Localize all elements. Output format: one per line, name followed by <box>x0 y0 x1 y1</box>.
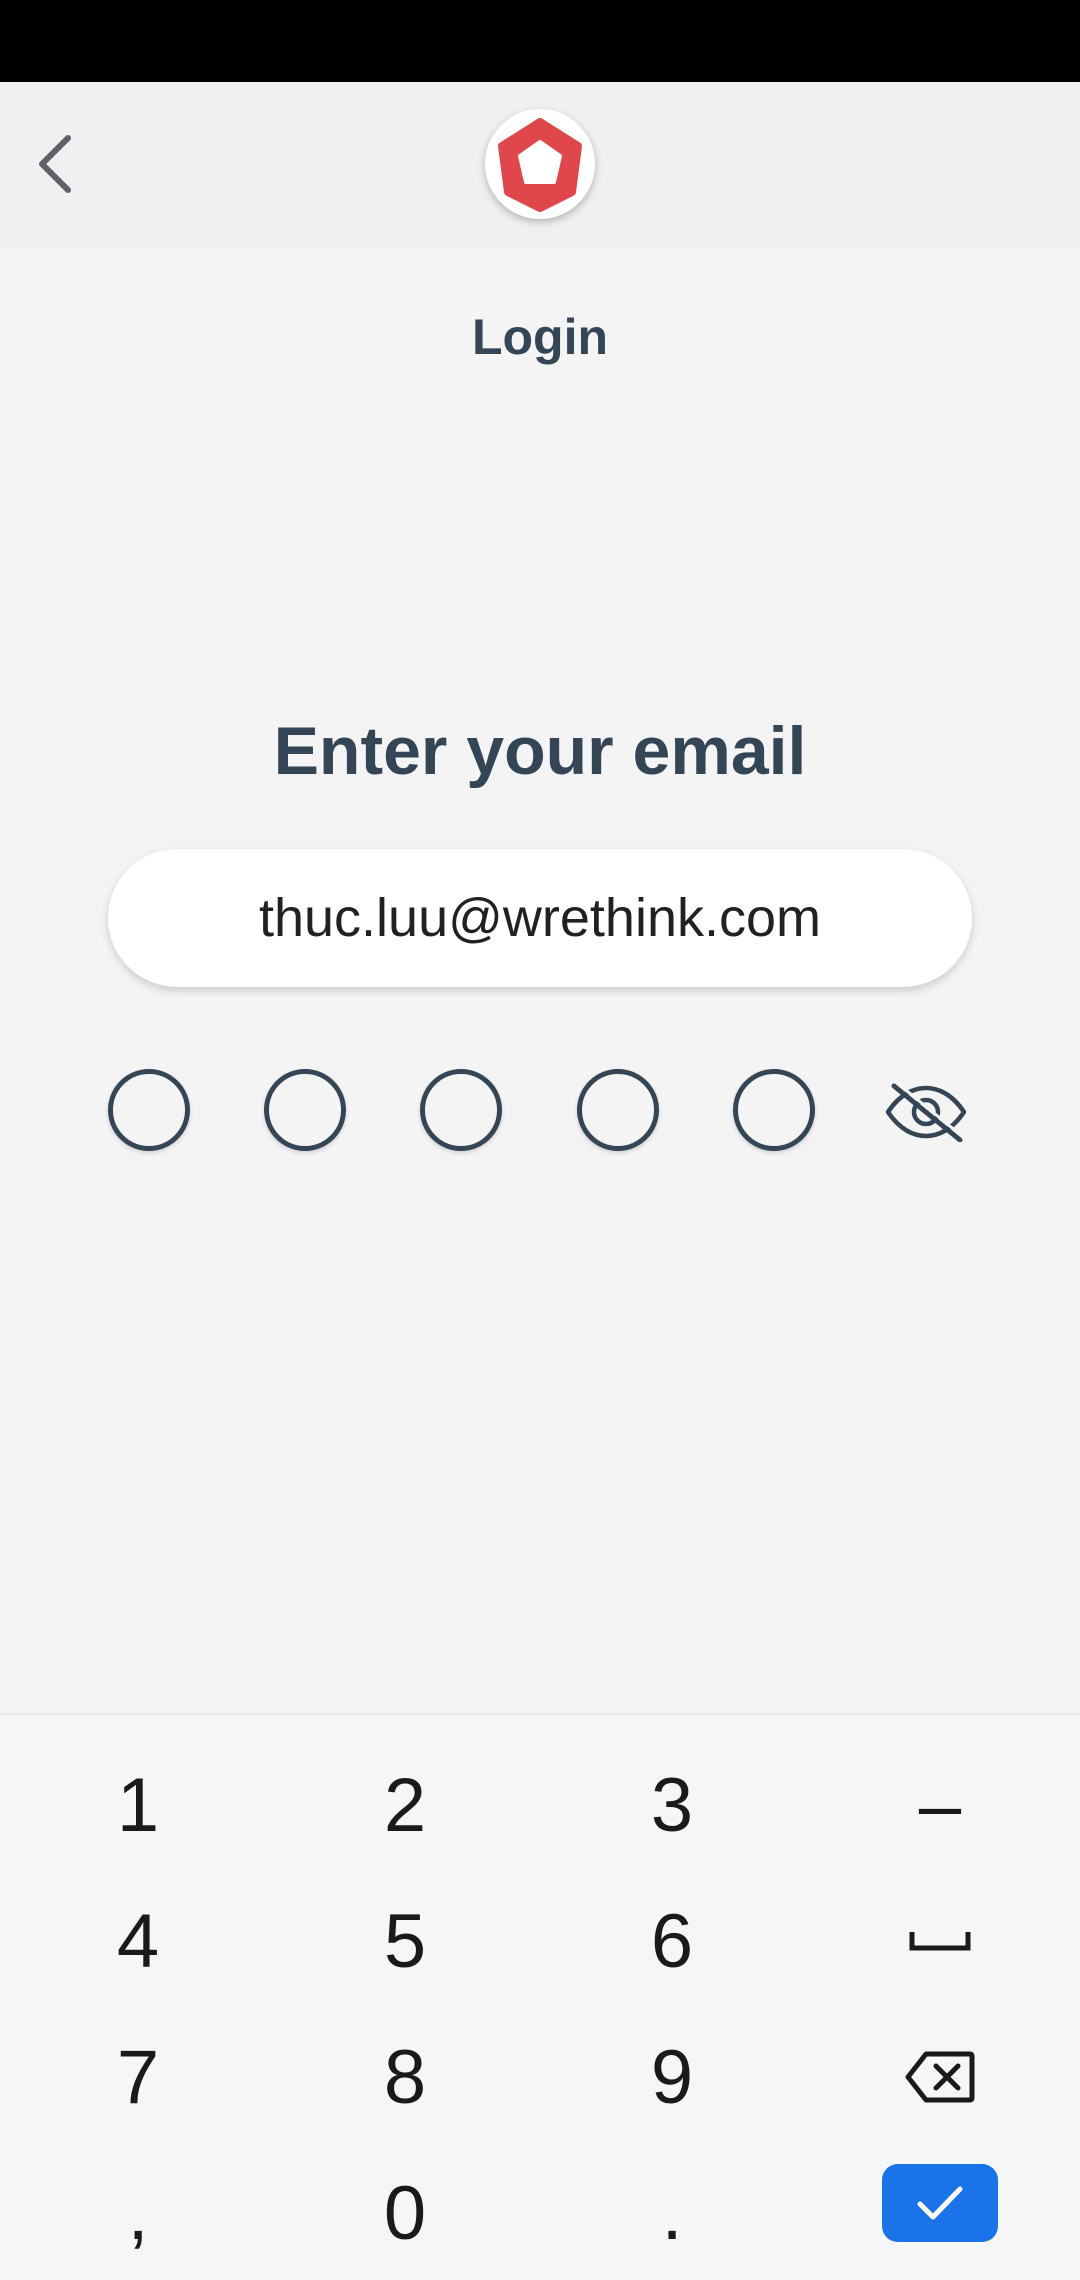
email-field[interactable]: thuc.luu@wrethink.com <box>108 849 972 987</box>
key-2[interactable]: 2 <box>270 1737 540 1873</box>
key-7[interactable]: 7 <box>3 2009 273 2145</box>
pin-dot-2 <box>264 1069 346 1151</box>
pentagon-logo-icon <box>498 118 582 212</box>
pin-dot-1 <box>108 1069 190 1151</box>
key-0[interactable]: 0 <box>270 2145 540 2280</box>
key-confirm[interactable] <box>805 2135 1075 2271</box>
key-comma[interactable]: , <box>3 2145 273 2280</box>
status-bar <box>0 0 1080 82</box>
eye-off-icon <box>885 1082 967 1142</box>
page-title: Login <box>471 309 609 365</box>
space-bar-icon <box>909 1932 971 1951</box>
visibility-toggle-button[interactable] <box>884 1070 968 1154</box>
chevron-left-icon <box>39 135 71 193</box>
key-period[interactable]: . <box>537 2145 807 2280</box>
key-9[interactable]: 9 <box>537 2009 807 2145</box>
key-1[interactable]: 1 <box>3 1737 273 1873</box>
key-3[interactable]: 3 <box>537 1737 807 1873</box>
key-5[interactable]: 5 <box>270 1873 540 2009</box>
key-6[interactable]: 6 <box>537 1873 807 2009</box>
checkmark-icon <box>917 2186 963 2220</box>
backspace-icon <box>905 2051 975 2103</box>
app-logo <box>485 109 595 219</box>
confirm-button[interactable] <box>882 2164 998 2242</box>
pin-dot-3 <box>420 1069 502 1151</box>
key-backspace[interactable] <box>805 2009 1075 2145</box>
pin-dot-4 <box>577 1069 659 1151</box>
numeric-keyboard: 1 2 3 – 4 5 6 7 8 9 , 0 . <box>0 1713 1080 2280</box>
email-value: thuc.luu@wrethink.com <box>258 888 822 948</box>
pin-dot-5 <box>733 1069 815 1151</box>
email-prompt-heading: Enter your email <box>273 713 807 789</box>
key-dash[interactable]: – <box>805 1737 1075 1873</box>
key-space[interactable] <box>805 1873 1075 2009</box>
back-button[interactable] <box>14 124 94 204</box>
key-8[interactable]: 8 <box>270 2009 540 2145</box>
app-header <box>0 82 1080 248</box>
key-4[interactable]: 4 <box>3 1873 273 2009</box>
